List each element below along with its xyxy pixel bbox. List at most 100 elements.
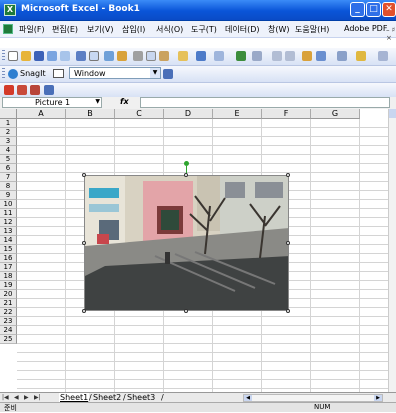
previous-sheet-icon[interactable]: ◀	[14, 394, 19, 401]
resize-handle-top-left[interactable]	[82, 173, 86, 177]
row-header-9[interactable]: 9	[0, 191, 17, 200]
sort-ascending-icon[interactable]	[272, 51, 282, 61]
scroll-left-arrow[interactable]: ◀	[244, 395, 252, 401]
document-icon[interactable]	[3, 24, 13, 34]
resize-handle-top[interactable]	[184, 173, 188, 177]
row-header-13[interactable]: 13	[0, 227, 17, 236]
menu-tools[interactable]: 도구(T)	[191, 24, 217, 35]
pdf-review-icon[interactable]	[30, 85, 40, 95]
chart-wizard-icon[interactable]	[302, 51, 312, 61]
resize-handle-left[interactable]	[82, 241, 86, 245]
minimize-button[interactable]: _	[350, 2, 365, 17]
row-header-5[interactable]: 5	[0, 155, 17, 164]
capture-mode-select[interactable]: Window ▼	[69, 67, 161, 79]
window-capture-icon[interactable]	[53, 69, 64, 78]
vertical-scrollbar[interactable]	[388, 109, 396, 392]
insert-function-button[interactable]: fx	[120, 97, 129, 106]
row-header-4[interactable]: 4	[0, 146, 17, 155]
row-header-21[interactable]: 21	[0, 299, 17, 308]
snagit-icon[interactable]	[8, 69, 18, 79]
resize-handle-bottom[interactable]	[184, 309, 188, 313]
spelling-icon[interactable]	[104, 51, 114, 61]
toolbar-grip[interactable]	[2, 68, 5, 80]
toolbar-options-icon[interactable]	[378, 51, 388, 61]
email-icon[interactable]	[60, 51, 70, 61]
row-header-19[interactable]: 19	[0, 281, 17, 290]
chevron-down-icon[interactable]: ▼	[95, 98, 100, 105]
menu-edit[interactable]: 편집(E)	[52, 24, 78, 35]
row-header-15[interactable]: 15	[0, 245, 17, 254]
row-header-12[interactable]: 12	[0, 218, 17, 227]
select-all-button[interactable]	[0, 109, 17, 119]
pdf-email-icon[interactable]	[17, 85, 27, 95]
help-icon[interactable]	[356, 51, 366, 61]
maximize-button[interactable]: □	[366, 2, 381, 17]
row-header-14[interactable]: 14	[0, 236, 17, 245]
document-window-controls[interactable]: – ♯ ×	[386, 26, 396, 42]
hyperlink-icon[interactable]	[236, 51, 246, 61]
scroll-right-arrow[interactable]: ▶	[374, 395, 382, 401]
column-header-d[interactable]: D	[164, 109, 213, 119]
resize-handle-top-right[interactable]	[286, 173, 290, 177]
row-header-10[interactable]: 10	[0, 200, 17, 209]
permission-icon[interactable]	[47, 51, 57, 61]
name-box[interactable]: Picture 1 ▼	[2, 97, 102, 108]
menu-view[interactable]: 보기(V)	[87, 24, 113, 35]
row-header-24[interactable]: 24	[0, 326, 17, 335]
close-button[interactable]: ✕	[382, 2, 396, 17]
formula-input[interactable]	[140, 97, 390, 108]
row-header-1[interactable]: 1	[0, 119, 17, 128]
menu-file[interactable]: 파일(F)	[19, 24, 45, 35]
column-header-g[interactable]: G	[311, 109, 360, 119]
copy-icon[interactable]	[146, 51, 156, 61]
convert-to-pdf-icon[interactable]	[4, 85, 14, 95]
toolbar-options-icon[interactable]	[44, 85, 54, 95]
scroll-up-arrow[interactable]	[389, 109, 396, 118]
horizontal-scrollbar[interactable]: ◀ ▶	[243, 394, 383, 402]
row-header-20[interactable]: 20	[0, 290, 17, 299]
drawing-icon[interactable]	[316, 51, 326, 61]
next-sheet-icon[interactable]: ▶	[24, 394, 29, 401]
menu-format[interactable]: 서식(O)	[156, 24, 183, 35]
tab-sheet1[interactable]: Sheet1	[59, 393, 90, 402]
excel-app-icon[interactable]: X	[4, 4, 16, 16]
menu-adobe-pdf[interactable]: Adobe PDF	[344, 24, 387, 33]
open-icon[interactable]	[21, 51, 31, 61]
row-header-8[interactable]: 8	[0, 182, 17, 191]
inserted-picture[interactable]	[84, 175, 289, 311]
snagit-label[interactable]: SnagIt	[20, 69, 46, 78]
chevron-down-icon[interactable]: ▼	[150, 68, 160, 78]
row-header-18[interactable]: 18	[0, 272, 17, 281]
tab-sheet2[interactable]: Sheet2	[92, 393, 122, 402]
row-header-17[interactable]: 17	[0, 263, 17, 272]
print-icon[interactable]	[76, 51, 86, 61]
resize-handle-right[interactable]	[286, 241, 290, 245]
row-header-2[interactable]: 2	[0, 128, 17, 137]
last-sheet-icon[interactable]: ▶|	[34, 394, 41, 401]
tab-sheet3[interactable]: Sheet3	[126, 393, 156, 402]
column-header-c[interactable]: C	[115, 109, 164, 119]
zoom-icon[interactable]	[337, 51, 347, 61]
menu-window[interactable]: 창(W)	[268, 24, 290, 35]
row-header-3[interactable]: 3	[0, 137, 17, 146]
menu-data[interactable]: 데이터(D)	[225, 24, 259, 35]
column-header-a[interactable]: A	[17, 109, 66, 119]
row-header-23[interactable]: 23	[0, 317, 17, 326]
row-header-16[interactable]: 16	[0, 254, 17, 263]
research-icon[interactable]	[117, 51, 127, 61]
row-header-25[interactable]: 25	[0, 335, 17, 344]
redo-icon[interactable]	[214, 51, 224, 61]
cut-icon[interactable]	[133, 51, 143, 61]
row-header-6[interactable]: 6	[0, 164, 17, 173]
column-header-f[interactable]: F	[262, 109, 311, 119]
column-header-e[interactable]: E	[213, 109, 262, 119]
paste-icon[interactable]	[159, 51, 169, 61]
menu-insert[interactable]: 삽입(I)	[122, 24, 145, 35]
save-icon[interactable]	[34, 51, 44, 61]
new-icon[interactable]	[8, 51, 18, 61]
menu-help[interactable]: 도움말(H)	[295, 24, 329, 35]
toolbar-grip[interactable]	[2, 50, 5, 62]
undo-icon[interactable]	[196, 51, 206, 61]
print-preview-icon[interactable]	[89, 51, 99, 61]
sort-descending-icon[interactable]	[285, 51, 295, 61]
